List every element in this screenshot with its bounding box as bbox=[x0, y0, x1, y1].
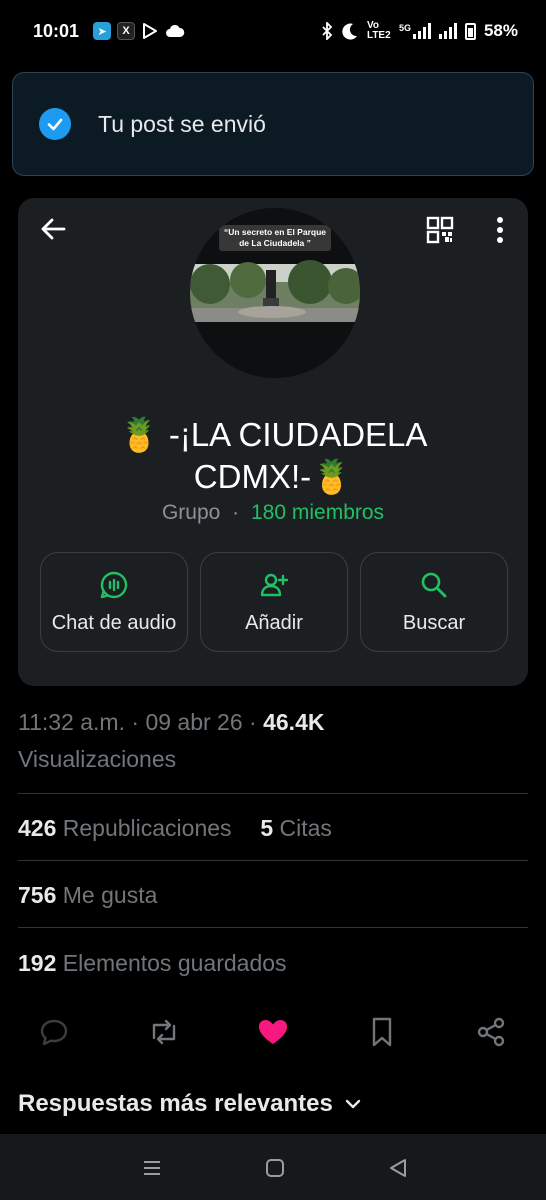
more-options-icon[interactable] bbox=[490, 216, 510, 244]
bookmarks-label: Elementos guardados bbox=[62, 950, 287, 976]
bluetooth-icon bbox=[322, 22, 333, 40]
do-not-disturb-moon-icon bbox=[342, 23, 357, 40]
add-member-label: Añadir bbox=[245, 611, 303, 634]
signal-strength-icon bbox=[412, 23, 431, 39]
quotes-link[interactable]: 5 Citas bbox=[260, 815, 332, 841]
meta-separator: · bbox=[232, 501, 240, 524]
volte-indicator: Vo LTE2 bbox=[366, 20, 391, 41]
views-count: 46.4K bbox=[263, 709, 325, 735]
like-heart-icon[interactable] bbox=[257, 1016, 289, 1048]
add-person-icon bbox=[260, 573, 289, 596]
toast-message: Tu post se envió bbox=[98, 110, 266, 137]
x-app-icon: X bbox=[117, 22, 136, 40]
tweet-action-bar bbox=[0, 1012, 546, 1052]
quotes-label: Citas bbox=[279, 815, 332, 841]
post-sent-toast[interactable]: Tu post se envió bbox=[12, 72, 534, 176]
cloud-icon bbox=[166, 24, 185, 37]
status-time: 10:01 bbox=[33, 20, 80, 41]
reposts-link[interactable]: 426 Republicaciones bbox=[18, 815, 232, 841]
audio-chat-button[interactable]: Chat de audio bbox=[40, 552, 188, 652]
likes-link[interactable]: 756 Me gusta bbox=[18, 882, 157, 909]
network-type: 5G bbox=[399, 23, 431, 39]
search-label: Buscar bbox=[402, 611, 466, 634]
home-icon[interactable] bbox=[263, 1156, 287, 1180]
reposts-count: 426 bbox=[18, 815, 57, 841]
back-arrow-icon[interactable] bbox=[38, 214, 68, 244]
tweet-time[interactable]: 11:32 a.m. bbox=[18, 709, 125, 735]
group-meta: Grupo · 180 miembros bbox=[18, 501, 528, 525]
check-circle-icon bbox=[39, 108, 71, 140]
bookmark-icon[interactable] bbox=[366, 1016, 398, 1048]
status-bar: 10:01 ➤ X Vo LTE2 5G 58% bbox=[0, 0, 546, 62]
search-icon bbox=[421, 572, 447, 597]
group-type: Grupo bbox=[161, 501, 221, 524]
group-avatar[interactable]: “Un secreto en El Parque de La Ciudadela… bbox=[190, 208, 360, 378]
telegram-icon: ➤ bbox=[93, 22, 112, 40]
divider bbox=[18, 793, 528, 794]
divider bbox=[18, 860, 528, 861]
system-status-icons: Vo LTE2 5G 58% bbox=[321, 21, 518, 41]
battery-percent: 58% bbox=[483, 21, 518, 40]
quotes-count: 5 bbox=[260, 815, 274, 841]
chevron-down-icon bbox=[345, 1099, 361, 1109]
signal-strength-2-icon bbox=[438, 23, 457, 39]
play-store-icon bbox=[143, 23, 158, 39]
audio-chat-label: Chat de audio bbox=[51, 611, 177, 634]
reposts-quotes-row: 426 Republicaciones 5 Citas bbox=[18, 815, 332, 842]
replies-sort-label: Respuestas más relevantes bbox=[18, 1090, 333, 1117]
bookmarks-count: 192 bbox=[18, 950, 57, 976]
tweet-meta: 11:32 a.m. · 09 abr 26 · 46.4K Visualiza… bbox=[18, 709, 325, 772]
navigation-bar bbox=[0, 1134, 546, 1200]
notification-icons: ➤ X bbox=[93, 22, 185, 40]
share-icon[interactable] bbox=[475, 1016, 507, 1048]
views-label: Visualizaciones bbox=[18, 746, 177, 772]
back-icon[interactable] bbox=[386, 1156, 410, 1180]
recent-apps-icon[interactable] bbox=[140, 1156, 164, 1180]
reply-icon[interactable] bbox=[38, 1016, 70, 1048]
divider bbox=[18, 927, 528, 928]
tweet-date[interactable]: 09 abr 26 bbox=[145, 709, 242, 735]
search-button[interactable]: Buscar bbox=[360, 552, 508, 652]
qr-code-icon[interactable] bbox=[426, 216, 454, 244]
likes-count: 756 bbox=[18, 882, 57, 908]
group-title: 🍍 -¡LA CIUDADELA CDMX!-🍍 bbox=[18, 414, 528, 498]
photo-caption: “Un secreto en El Parque de La Ciudadela… bbox=[219, 225, 331, 251]
group-title-line2: CDMX!-🍍 bbox=[193, 458, 353, 495]
replies-sort-dropdown[interactable]: Respuestas más relevantes bbox=[18, 1090, 361, 1118]
likes-label: Me gusta bbox=[62, 882, 158, 908]
battery-icon bbox=[464, 22, 476, 40]
reposts-label: Republicaciones bbox=[62, 815, 232, 841]
bookmarks-stat: 192 Elementos guardados bbox=[18, 950, 287, 977]
group-members-link[interactable]: 180 miembros bbox=[251, 501, 384, 524]
add-member-button[interactable]: Añadir bbox=[200, 552, 348, 652]
repost-icon[interactable] bbox=[148, 1016, 180, 1048]
group-title-line1: 🍍 -¡LA CIUDADELA bbox=[118, 416, 428, 453]
audio-chat-icon bbox=[100, 571, 128, 598]
group-actions: Chat de audio Añadir Buscar bbox=[40, 552, 508, 652]
network-label: 5G bbox=[398, 23, 411, 33]
group-info-card: “Un secreto en El Parque de La Ciudadela… bbox=[18, 198, 528, 686]
